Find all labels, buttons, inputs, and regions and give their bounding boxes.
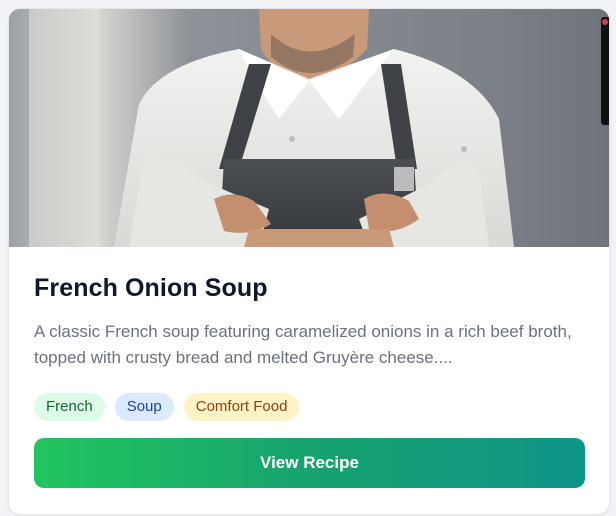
view-recipe-button[interactable]: View Recipe bbox=[34, 438, 585, 488]
tag-soup[interactable]: Soup bbox=[114, 393, 174, 421]
recipe-image bbox=[9, 9, 609, 247]
tag-comfort-food[interactable]: Comfort Food bbox=[183, 393, 300, 421]
recipe-description: A classic French soup featuring carameli… bbox=[34, 322, 572, 367]
recipe-title: French Onion Soup bbox=[34, 274, 268, 302]
tag-french[interactable]: French bbox=[34, 393, 105, 421]
tag-list: French Soup Comfort Food bbox=[34, 393, 586, 421]
chef-photo-illustration bbox=[9, 9, 609, 247]
side-ribbon bbox=[601, 17, 609, 125]
side-dot-icon bbox=[602, 19, 608, 25]
recipe-body: French Onion Soup A classic French soup … bbox=[34, 271, 586, 421]
recipe-card: French Onion Soup A classic French soup … bbox=[8, 8, 610, 515]
